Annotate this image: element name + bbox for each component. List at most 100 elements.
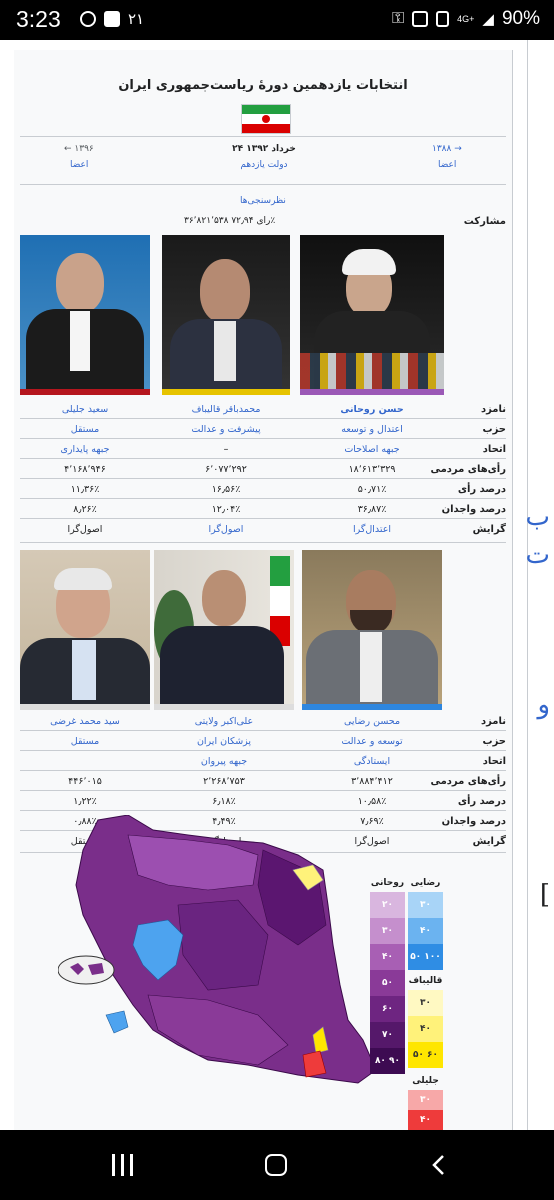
eligible-jalili: ۸٫۲۶٪ xyxy=(73,504,97,515)
candidate-ghalibaf-name[interactable]: محمدباقر قالیباف xyxy=(162,404,290,415)
row-label-percent: درصد رأی xyxy=(457,484,506,495)
percent-velayati: ۶٫۱۸٪ xyxy=(212,796,236,807)
status-time: 3:23 xyxy=(16,6,61,32)
row-label-candidate: نامزد xyxy=(480,404,506,415)
photo-velayati xyxy=(154,550,294,704)
election-results-map xyxy=(58,815,377,1084)
legend-ghalibaf-title: قالیباف xyxy=(408,976,443,986)
orientation-rouhani[interactable]: اعتدال‌گرا xyxy=(300,524,444,535)
legend-rouhani-swatch: ۵۰ xyxy=(370,970,405,996)
legend-rouhani-swatch: ۲۰ xyxy=(370,892,405,918)
infobox-title: انتخابات یازدهمین دورهٔ ریاست‌جمهوری ایر… xyxy=(118,78,408,93)
alliance-rouhani[interactable]: جبهه اصلاحات xyxy=(300,444,444,455)
legend-rezaei-swatch: ۴۰ xyxy=(408,918,443,944)
color-bar-rouhani xyxy=(300,389,444,395)
photo-jalili xyxy=(20,235,150,389)
eligible-ghalibaf: ۱۲٫۰۴٪ xyxy=(211,504,241,515)
percent-rouhani: ۵۰٫۷۱٪ xyxy=(357,484,387,495)
next-election[interactable]: ۱۳۸۸ → xyxy=(432,144,462,154)
separator xyxy=(20,478,506,479)
next-members-link[interactable]: اعضا xyxy=(438,160,456,170)
row-label-eligible: درصد واجدان xyxy=(441,504,506,515)
alliance-jalili[interactable]: جبهه پایداری xyxy=(20,444,150,455)
article-edge: ب ت و [ xyxy=(525,40,554,1130)
separator xyxy=(20,750,506,751)
legend-rezaei-title: رضایی xyxy=(410,878,441,888)
prev-members-link[interactable]: اعضا xyxy=(70,160,88,170)
party-jalili[interactable]: مستقل xyxy=(20,424,150,435)
percent-rezaei: ۱۰٫۵۸٪ xyxy=(357,796,387,807)
signal-icon: ◢ xyxy=(482,11,494,28)
row-label-alliance: اتحاد xyxy=(482,444,506,455)
votes-rouhani: ۱۸٬۶۱۳٬۳۲۹ xyxy=(348,464,396,475)
election-date: ۲۴ خرداد ۱۳۹۲ xyxy=(232,144,296,154)
legend-rezaei-swatch: ۵۰ ۱۰۰ xyxy=(408,944,443,970)
battery-saver-icon xyxy=(436,11,450,27)
candidate-velayati-name[interactable]: علی‌اکبر ولایتی xyxy=(154,716,294,727)
alliance-rezaei[interactable]: ایستادگی xyxy=(302,756,442,767)
status-bar: 3:23 ۲۱ ⚿ 4G+ ◢ 90% xyxy=(0,0,554,40)
percent-jalili: ۱۱٫۳۶٪ xyxy=(70,484,100,495)
separator xyxy=(20,498,506,499)
separator xyxy=(20,730,506,731)
row-label-orientation: گرایش xyxy=(472,836,506,847)
legend-rouhani-title: روحانی xyxy=(370,878,405,888)
party-ghalibaf[interactable]: پیشرفت و عدالت xyxy=(162,424,290,435)
votes-rezaei: ۳٬۸۸۴٬۴۱۲ xyxy=(351,776,393,787)
candidate-jalili-name[interactable]: سعید جلیلی xyxy=(20,404,150,415)
polls-link[interactable]: نظرسنجی‌ها xyxy=(14,196,512,206)
votes-ghalibaf: ۶٬۰۷۷٬۲۹۲ xyxy=(205,464,247,475)
world-locator xyxy=(58,955,115,985)
row-label-party: حزب xyxy=(482,424,506,435)
separator xyxy=(20,418,506,419)
color-bar-ghalibaf xyxy=(162,389,290,395)
edge-char-4: [ xyxy=(539,880,550,910)
row-label-party: حزب xyxy=(482,736,506,747)
votes-velayati: ۲٬۲۶۸٬۷۵۳ xyxy=(203,776,245,787)
iran-flag xyxy=(241,104,291,134)
legend-ghalibaf-swatch: ۳۰ xyxy=(408,990,443,1016)
home-button[interactable] xyxy=(265,1154,287,1176)
legend-rouhani-swatch: ۷۰ xyxy=(370,1022,405,1048)
status-left-icons: ۲۱ xyxy=(80,10,144,28)
photo-rezaei xyxy=(302,550,442,704)
votes-gharazi: ۴۴۶٬۰۱۵ xyxy=(68,776,102,787)
edge-char-2: ت xyxy=(525,540,550,570)
percent-ghalibaf: ۱۶٫۵۶٪ xyxy=(211,484,241,495)
legend-jalili-title: جلیلی xyxy=(412,1076,439,1086)
candidate-gharazi-name[interactable]: سید محمد غرضی xyxy=(20,716,150,727)
separator xyxy=(20,810,506,811)
separator xyxy=(20,438,506,439)
prev-election[interactable]: ← ۱۳۹۶ xyxy=(64,144,94,154)
legend-rouhani-swatch: ۶۰ xyxy=(370,996,405,1022)
color-bar-velayati xyxy=(154,704,294,710)
party-gharazi[interactable]: مستقل xyxy=(20,736,150,747)
alliance-velayati[interactable]: جبهه پیروان xyxy=(154,756,294,767)
candidate-rouhani-name[interactable]: حسن روحانی xyxy=(300,404,444,415)
back-button[interactable] xyxy=(428,1153,452,1177)
legend-ghalibaf-swatch: ۵۰ ۶۰ xyxy=(408,1042,443,1068)
wifi-calling-icon xyxy=(80,11,96,27)
color-bar-jalili xyxy=(20,389,150,395)
recents-button[interactable] xyxy=(112,1154,134,1176)
candidate-rezaei-name[interactable]: محسن رضایی xyxy=(302,716,442,727)
orientation-jalili: اصول‌گرا xyxy=(67,524,103,535)
row-label-eligible: درصد واجدان xyxy=(441,816,506,827)
turnout-value: ۳۶٬۸۲۱٬۵۳۸ رای ۷۲٫۹۴٪ xyxy=(184,216,276,226)
legend-ghalibaf-swatch: ۴۰ xyxy=(408,1016,443,1042)
legend-rezaei-swatch: ۳۰ xyxy=(408,892,443,918)
edge-char-1: ب xyxy=(525,502,550,532)
party-rouhani[interactable]: اعتدال و توسعه xyxy=(300,424,444,435)
separator xyxy=(20,790,506,791)
party-rezaei[interactable]: توسعه و عدالت xyxy=(302,736,442,747)
percent-gharazi: ۱٫۲۲٪ xyxy=(73,796,97,807)
edge-char-3: و xyxy=(537,690,550,720)
map-region-rezaei-2 xyxy=(105,1010,129,1034)
party-velayati[interactable]: پزشکان ایران xyxy=(154,736,294,747)
photo-gharazi xyxy=(20,550,150,704)
government-link[interactable]: دولت یازدهم xyxy=(224,160,304,170)
separator xyxy=(20,184,506,185)
orientation-ghalibaf[interactable]: اصول‌گرا xyxy=(162,524,290,535)
color-bar-rezaei xyxy=(302,704,442,710)
separator xyxy=(20,770,506,771)
